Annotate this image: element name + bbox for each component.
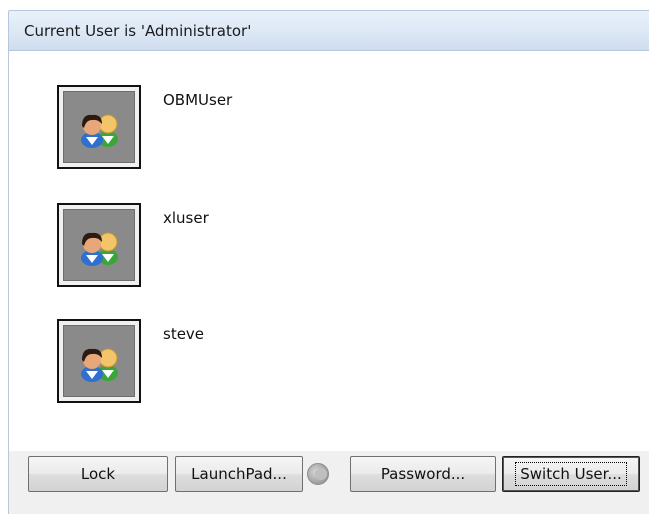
user-avatar-button[interactable] — [57, 319, 141, 403]
launchpad-button[interactable]: LaunchPad... — [175, 456, 303, 492]
users-icon — [81, 114, 118, 148]
user-name: xluser — [163, 209, 209, 227]
lock-button[interactable]: Lock — [28, 456, 168, 492]
users-icon — [81, 232, 118, 266]
title-bar: Current User is 'Administrator' — [8, 10, 649, 51]
user-list: OBMUser xluser steve — [8, 51, 649, 451]
current-user-title: Current User is 'Administrator' — [24, 21, 252, 40]
moon-icon[interactable] — [307, 463, 329, 485]
user-name: OBMUser — [163, 91, 233, 109]
user-avatar-button[interactable] — [57, 203, 141, 287]
switch-user-button[interactable]: Switch User... — [502, 456, 640, 492]
switch-user-label: Switch User... — [515, 462, 627, 486]
password-button[interactable]: Password... — [350, 456, 496, 492]
user-avatar-button[interactable] — [57, 85, 141, 169]
users-icon — [81, 348, 118, 382]
user-name: steve — [163, 325, 205, 343]
